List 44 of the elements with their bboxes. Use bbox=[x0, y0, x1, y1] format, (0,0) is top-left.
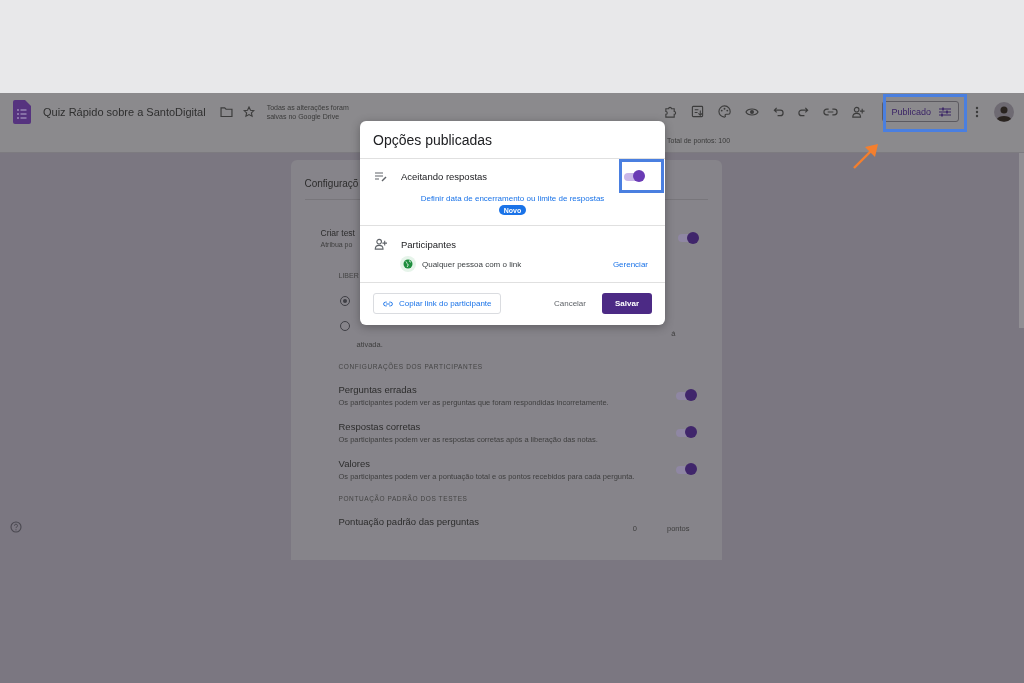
setting-label: Criar test bbox=[320, 228, 355, 238]
palette-icon[interactable] bbox=[718, 105, 732, 118]
published-button[interactable]: Publicado bbox=[882, 101, 959, 122]
manage-link[interactable]: Gerenciar bbox=[612, 259, 648, 269]
link-icon[interactable] bbox=[823, 107, 839, 116]
help-icon[interactable] bbox=[10, 521, 22, 533]
globe-icon bbox=[400, 256, 416, 272]
add-person-icon bbox=[374, 238, 388, 250]
setting-label: Valores bbox=[338, 458, 371, 469]
pointer-arrow bbox=[851, 141, 881, 171]
list-edit-icon bbox=[374, 171, 388, 182]
quiz-toggle[interactable] bbox=[677, 234, 696, 242]
avatar-icon[interactable] bbox=[994, 101, 1014, 122]
redo-icon[interactable] bbox=[798, 106, 810, 117]
accepting-responses-label: Aceitando respostas bbox=[401, 171, 488, 182]
add-person-icon[interactable] bbox=[852, 105, 866, 118]
settings-title: Configuraçõ bbox=[304, 178, 359, 189]
puzzle-icon[interactable] bbox=[664, 105, 678, 118]
form-title[interactable]: Quiz Rápido sobre a SantoDigital bbox=[43, 105, 206, 118]
folder-icon[interactable] bbox=[219, 106, 233, 117]
import-questions-icon[interactable] bbox=[691, 105, 705, 118]
setting-label: Respostas corretas bbox=[338, 421, 422, 432]
cancel-button[interactable]: Cancelar bbox=[547, 299, 592, 308]
set-deadline-link[interactable]: Definir data de encerramento ou limite de respostas bbox=[420, 194, 605, 203]
link-icon bbox=[383, 300, 393, 307]
dialog-title: Opções publicadas bbox=[360, 121, 665, 159]
participants-heading: Participantes bbox=[401, 238, 456, 250]
accepting-responses-toggle[interactable] bbox=[624, 172, 642, 181]
sliders-icon bbox=[939, 106, 951, 117]
setting-toggle[interactable] bbox=[675, 465, 694, 474]
form-document-icon[interactable] bbox=[13, 99, 31, 124]
highlight-frame bbox=[619, 159, 664, 193]
setting-label: Perguntas erradas bbox=[338, 384, 418, 395]
star-icon[interactable] bbox=[242, 105, 255, 118]
access-text: Qualquer pessoa com o link bbox=[422, 259, 522, 269]
setting-label: Pontuação padrão das perguntas bbox=[338, 516, 480, 527]
setting-toggle[interactable] bbox=[675, 391, 694, 400]
copy-link-button[interactable]: Copiar link do participante bbox=[373, 293, 501, 314]
save-button[interactable]: Salvar bbox=[601, 293, 652, 314]
more-options-icon[interactable] bbox=[975, 105, 979, 118]
preview-eye-icon[interactable] bbox=[745, 106, 760, 117]
scrollbar[interactable] bbox=[1019, 153, 1024, 328]
setting-toggle[interactable] bbox=[675, 428, 694, 437]
undo-icon[interactable] bbox=[773, 106, 785, 117]
